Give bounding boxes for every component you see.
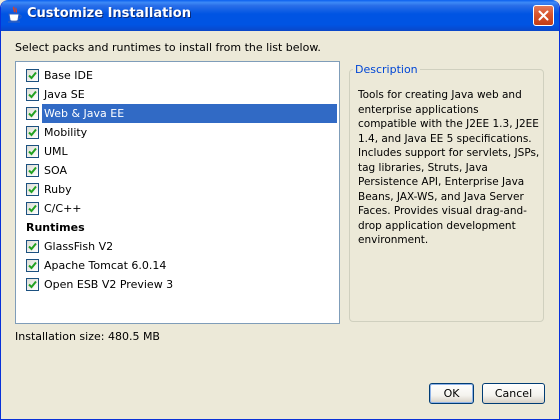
list-item-java-se[interactable]: Java SE — [22, 85, 335, 104]
list-item-ruby[interactable]: Ruby — [22, 180, 335, 199]
list-item-label: Mobility — [44, 126, 88, 139]
list-item-mobility[interactable]: Mobility — [22, 123, 335, 142]
java-coffee-cup-icon — [7, 6, 23, 24]
list-item-label: UML — [44, 145, 68, 158]
list-item-glassfish-v2[interactable]: GlassFish V2 — [22, 237, 335, 256]
list-item-label: Ruby — [44, 183, 72, 196]
title-bar[interactable]: Customize Installation — [1, 0, 559, 31]
packs-list[interactable]: Base IDE Java SE Web & Java EE Mobility UML S… — [15, 61, 340, 324]
list-item-label: Java SE — [44, 88, 85, 101]
list-item-label: SOA — [44, 164, 67, 177]
checkbox[interactable] — [26, 240, 39, 253]
installation-size-label: Installation size: 480.5 MB — [15, 330, 160, 343]
list-item-label: GlassFish V2 — [44, 240, 114, 253]
checkbox[interactable] — [26, 183, 39, 196]
checkbox[interactable] — [26, 88, 39, 101]
list-item-label: Web & Java EE — [42, 104, 337, 123]
description-legend: Description — [353, 63, 420, 76]
list-item-uml[interactable]: UML — [22, 142, 335, 161]
cancel-button[interactable]: Cancel — [482, 383, 545, 404]
close-button[interactable] — [533, 5, 554, 26]
ok-button[interactable]: OK — [429, 383, 474, 404]
checkbox[interactable] — [26, 145, 39, 158]
checkbox[interactable] — [26, 202, 39, 215]
list-item-label: Base IDE — [44, 69, 93, 82]
list-item-label: Apache Tomcat 6.0.14 — [44, 259, 167, 272]
list-item-soa[interactable]: SOA — [22, 161, 335, 180]
runtimes-heading: Runtimes — [26, 221, 85, 234]
list-item-web-java-ee[interactable]: Web & Java EE — [22, 104, 337, 123]
checkbox[interactable] — [26, 107, 39, 120]
checkbox[interactable] — [26, 278, 39, 291]
checkbox[interactable] — [26, 259, 39, 272]
window-title: Customize Installation — [27, 6, 191, 21]
list-item-label: Open ESB V2 Preview 3 — [44, 278, 174, 291]
customize-installation-dialog: Customize Installation Select packs and … — [0, 0, 560, 420]
list-item-label: C/C++ — [44, 202, 82, 215]
list-item-c-c[interactable]: C/C++ — [22, 199, 335, 218]
list-item-open-esb-v2-preview-3[interactable]: Open ESB V2 Preview 3 — [22, 275, 335, 294]
instructions-label: Select packs and runtimes to install fro… — [15, 41, 321, 54]
list-item-base-ide[interactable]: Base IDE — [22, 66, 335, 85]
description-text: Tools for creating Java web and enterpri… — [358, 89, 540, 246]
list-item-apache-tomcat-6-0-14[interactable]: Apache Tomcat 6.0.14 — [22, 256, 335, 275]
checkbox[interactable] — [26, 164, 39, 177]
checkbox[interactable] — [26, 69, 39, 82]
checkbox[interactable] — [26, 126, 39, 139]
